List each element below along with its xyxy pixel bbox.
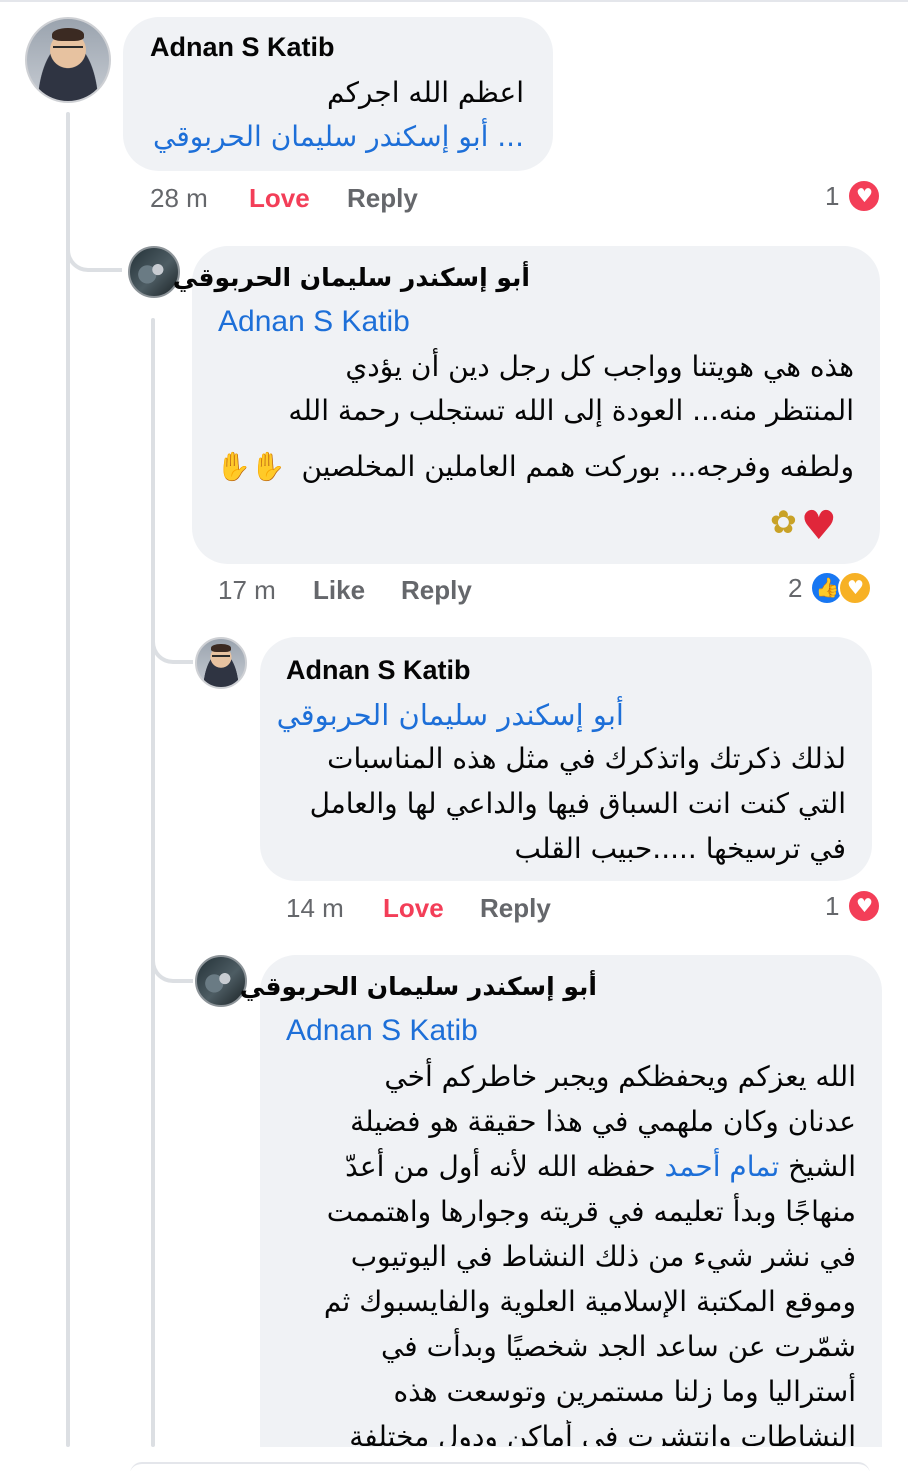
reaction-count: 2 xyxy=(788,572,803,603)
thread-line-nested xyxy=(151,318,155,1447)
comment-text-line: شمّرت عن ساعد الجد شخصيًا وبدأت في xyxy=(380,1330,856,1363)
reaction-summary[interactable]: 2 👍 ♥ xyxy=(788,571,873,605)
bottom-composer-edge xyxy=(130,1462,870,1471)
comment-text-line: أستراليا وما زلنا مستمرين وتوسعت هذه xyxy=(393,1375,856,1408)
reaction-count: 1 xyxy=(825,180,840,211)
comment-tag-link[interactable]: Adnan S Katib xyxy=(286,1014,478,1048)
comment-timestamp[interactable]: 28 m xyxy=(150,183,208,214)
mention-link[interactable]: تمام أحمد xyxy=(665,1150,780,1183)
avatar-adnan-s-katib[interactable] xyxy=(195,637,247,689)
avatar-adnan-s-katib[interactable] xyxy=(25,17,111,103)
comment-text: اعظم الله اجركم xyxy=(327,76,524,109)
react-button[interactable]: Love xyxy=(249,183,310,214)
comment-author[interactable]: أبو إسكندر سليمان الحربوقي xyxy=(173,263,530,292)
comment-text-segment: الشيخ xyxy=(779,1150,856,1183)
reply-button[interactable]: Reply xyxy=(347,183,418,214)
heart-icon: ♥ xyxy=(800,503,837,549)
comment-tag-link[interactable]: Adnan S Katib xyxy=(218,305,410,339)
comment-text-line: المنتظر منه... العودة إلى الله تستجلب رح… xyxy=(288,394,854,427)
love-reaction-icon: ♥ xyxy=(847,889,882,923)
comment-text-line: لذلك ذكرتك واتذكرك في مثل هذه المناسبات xyxy=(327,742,846,775)
comment-text-line: الله يعزكم ويحفظكم ويجبر خاطركم أخي xyxy=(384,1060,856,1093)
comment-author[interactable]: أبو إسكندر سليمان الحربوقي xyxy=(240,972,597,1001)
top-divider xyxy=(0,0,908,2)
reply-button[interactable]: Reply xyxy=(401,575,472,606)
comment-text-line: في ترسيخها .....حبيب القلب xyxy=(514,832,846,865)
comment-emojis: ✿ ♥ xyxy=(770,506,837,546)
comment-text-line: النشاطات وانتشرت في أماكن ودول مختلفة xyxy=(349,1420,856,1446)
thread-connector-reply-1 xyxy=(66,200,122,272)
comment-tag-link[interactable]: أبو إسكندر سليمان الحربوقي xyxy=(277,698,624,732)
thread-connector-reply-2 xyxy=(151,590,193,664)
comment-text-line: عدنان وكان ملهمي في هذا حقيقة هو فضيلة xyxy=(350,1105,856,1138)
comment-mention-link[interactable]: ... أبو إسكندر سليمان الحربوقي xyxy=(153,120,524,153)
reaction-count: 1 xyxy=(825,890,840,921)
comment-author[interactable]: Adnan S Katib xyxy=(150,32,335,63)
reply-button[interactable]: Reply xyxy=(480,893,551,924)
reaction-summary[interactable]: 1 ♥ xyxy=(825,179,882,213)
comment-text-line: الشيخ تمام أحمد حفظه الله لأنه أول من أع… xyxy=(345,1150,856,1183)
comment-text-line: التي كنت انت السباق فيها والداعي لها وال… xyxy=(309,787,846,820)
comment-text-line: منهاجًا وبدأ تعليمه في قريته وجوارها واه… xyxy=(326,1195,856,1228)
like-button[interactable]: Like xyxy=(313,575,365,606)
reaction-summary[interactable]: 1 ♥ xyxy=(825,889,882,923)
react-button[interactable]: Love xyxy=(383,893,444,924)
care-reaction-icon: ♥ xyxy=(838,571,873,605)
comment-author[interactable]: Adnan S Katib xyxy=(286,655,471,686)
thread-line-main xyxy=(66,112,70,1447)
comment-text-line: في نشر شيء من ذلك النشاط في اليوتيوب xyxy=(350,1240,856,1273)
thread-connector-reply-3 xyxy=(151,905,193,983)
raised-hands-icon: ✋✋ xyxy=(216,450,286,483)
bouquet-icon: ✿ xyxy=(770,503,797,541)
comment-text-line: وموقع المكتبة الإسلامية العلوية والفايسب… xyxy=(323,1285,856,1318)
comment-timestamp[interactable]: 17 m xyxy=(218,575,276,606)
comment-text-line: هذه هي هويتنا وواجب كل رجل دين أن يؤدي xyxy=(345,350,854,383)
love-reaction-icon: ♥ xyxy=(847,179,882,213)
comment-text-line: ولطفه وفرجه... بوركت همم العاملين المخلص… xyxy=(301,450,854,483)
comment-text-segment: حفظه الله لأنه أول من أعدّ xyxy=(345,1150,665,1183)
comment-timestamp[interactable]: 14 m xyxy=(286,893,344,924)
